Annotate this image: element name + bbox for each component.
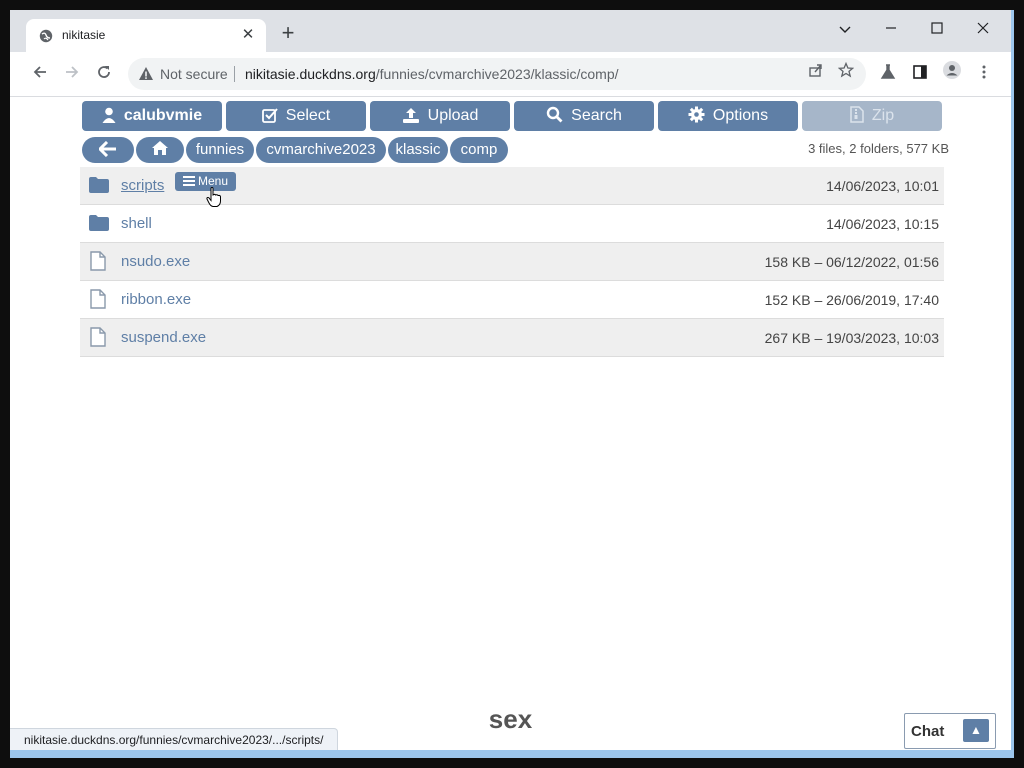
entry-name[interactable]: nsudo.exe bbox=[121, 253, 190, 270]
window-close-icon[interactable] bbox=[960, 16, 1006, 44]
globe-icon bbox=[39, 29, 53, 43]
page-content: calubvmie Select Upload Search Options Z… bbox=[10, 97, 1011, 750]
search-icon bbox=[546, 106, 563, 123]
window-edge bbox=[1011, 10, 1014, 758]
entry-name[interactable]: suspend.exe bbox=[121, 329, 206, 346]
file-icon bbox=[90, 251, 106, 271]
entry-name[interactable]: ribbon.exe bbox=[121, 291, 191, 308]
home-icon bbox=[152, 141, 168, 155]
entry-meta: 158 KB – 06/12/2022, 01:56 bbox=[764, 254, 939, 270]
select-button[interactable]: Select bbox=[226, 101, 366, 131]
arrow-left-icon bbox=[97, 140, 116, 158]
tab-title: nikitasie bbox=[62, 28, 106, 42]
upload-button[interactable]: Upload bbox=[370, 101, 510, 131]
entry-meta: 14/06/2023, 10:01 bbox=[826, 178, 939, 194]
zip-button[interactable]: Zip bbox=[802, 101, 942, 131]
user-icon bbox=[102, 107, 116, 123]
share-icon[interactable] bbox=[804, 62, 828, 86]
folder-icon bbox=[89, 215, 109, 231]
user-label: calubvmie bbox=[123, 107, 203, 124]
entry-meta: 267 KB – 19/03/2023, 10:03 bbox=[764, 330, 939, 346]
status-bar-url: nikitasie.duckdns.org/funnies/cvmarchive… bbox=[10, 728, 339, 752]
folder-icon bbox=[89, 177, 109, 193]
entry-name[interactable]: scripts bbox=[121, 177, 164, 194]
breadcrumb-back[interactable] bbox=[82, 137, 134, 163]
url-host: nikitasie.duckdns.org bbox=[245, 66, 376, 82]
reload-icon[interactable] bbox=[90, 60, 118, 88]
file-list: scripts Menu 14/06/2023, 10:01 shell 14/… bbox=[80, 167, 944, 357]
tab-strip: nikitasie ✕ + bbox=[10, 10, 1014, 52]
list-item[interactable]: shell 14/06/2023, 10:15 bbox=[80, 205, 944, 243]
omnibox-divider bbox=[234, 66, 235, 82]
zip-label: Zip bbox=[871, 107, 895, 124]
labs-flask-icon[interactable] bbox=[874, 60, 902, 88]
hand-cursor-icon bbox=[206, 187, 221, 207]
tab-search-icon[interactable] bbox=[822, 16, 868, 44]
entry-meta: 152 KB – 26/06/2019, 17:40 bbox=[764, 292, 939, 308]
chat-label: Chat bbox=[911, 723, 945, 740]
side-panel-icon[interactable] bbox=[906, 60, 934, 88]
browser-tab[interactable]: nikitasie ✕ bbox=[26, 19, 266, 52]
menu-label: Menu bbox=[197, 174, 229, 188]
browser-window: nikitasie ✕ + Not secure nikitasie.duckd… bbox=[10, 10, 1014, 758]
list-item[interactable]: suspend.exe 267 KB – 19/03/2023, 10:03 bbox=[80, 319, 944, 357]
maximize-icon[interactable] bbox=[914, 16, 960, 44]
breadcrumb-item-klassic[interactable]: klassic bbox=[388, 137, 448, 163]
upload-label: Upload bbox=[427, 107, 479, 124]
browser-toolbar: Not secure nikitasie.duckdns.org/funnies… bbox=[10, 52, 1014, 97]
folder-summary: 3 files, 2 folders, 577 KB bbox=[808, 141, 949, 156]
select-label: Select bbox=[285, 107, 331, 124]
options-button[interactable]: Options bbox=[658, 101, 798, 131]
upload-icon bbox=[402, 108, 419, 123]
options-label: Options bbox=[712, 107, 769, 124]
entry-meta: 14/06/2023, 10:15 bbox=[826, 216, 939, 232]
window-bottom-edge bbox=[10, 750, 1014, 758]
list-item[interactable]: nsudo.exe 158 KB – 06/12/2022, 01:56 bbox=[80, 243, 944, 281]
zip-file-icon bbox=[850, 106, 864, 123]
user-button[interactable]: calubvmie bbox=[82, 101, 222, 131]
forward-icon[interactable] bbox=[58, 60, 86, 88]
checkbox-icon bbox=[261, 108, 278, 123]
entry-name[interactable]: shell bbox=[121, 215, 152, 232]
breadcrumb-item-comp[interactable]: comp bbox=[450, 137, 508, 163]
bookmark-star-icon[interactable] bbox=[834, 61, 858, 86]
chat-expand-button[interactable]: ▲ bbox=[963, 719, 989, 742]
breadcrumb-home[interactable] bbox=[136, 137, 184, 163]
security-label[interactable]: Not secure bbox=[160, 66, 228, 82]
search-button[interactable]: Search bbox=[514, 101, 654, 131]
profile-avatar-icon[interactable] bbox=[938, 60, 966, 88]
more-menu-icon[interactable] bbox=[970, 60, 998, 88]
gear-icon bbox=[688, 106, 705, 123]
tab-close-icon[interactable]: ✕ bbox=[238, 25, 258, 45]
url-path: /funnies/cvmarchive2023/klassic/comp/ bbox=[375, 66, 619, 82]
hamburger-icon bbox=[182, 176, 195, 186]
list-item[interactable]: scripts Menu 14/06/2023, 10:01 bbox=[80, 167, 944, 207]
warning-icon bbox=[139, 67, 153, 80]
breadcrumb-item-cvmarchive2023[interactable]: cvmarchive2023 bbox=[256, 137, 386, 163]
url-text[interactable]: nikitasie.duckdns.org/funnies/cvmarchive… bbox=[245, 66, 619, 82]
file-icon bbox=[90, 327, 106, 347]
back-icon[interactable] bbox=[26, 60, 54, 88]
chat-widget[interactable]: Chat ▲ bbox=[904, 713, 996, 749]
action-toolbar: calubvmie Select Upload Search Options Z… bbox=[82, 101, 942, 131]
new-tab-button[interactable]: + bbox=[276, 22, 300, 46]
breadcrumb-item-funnies[interactable]: funnies bbox=[186, 137, 254, 163]
list-item[interactable]: ribbon.exe 152 KB – 26/06/2019, 17:40 bbox=[80, 281, 944, 319]
search-label: Search bbox=[571, 107, 622, 124]
minimize-icon[interactable] bbox=[868, 16, 914, 44]
file-icon bbox=[90, 289, 106, 309]
address-bar[interactable]: Not secure nikitasie.duckdns.org/funnies… bbox=[128, 58, 866, 90]
